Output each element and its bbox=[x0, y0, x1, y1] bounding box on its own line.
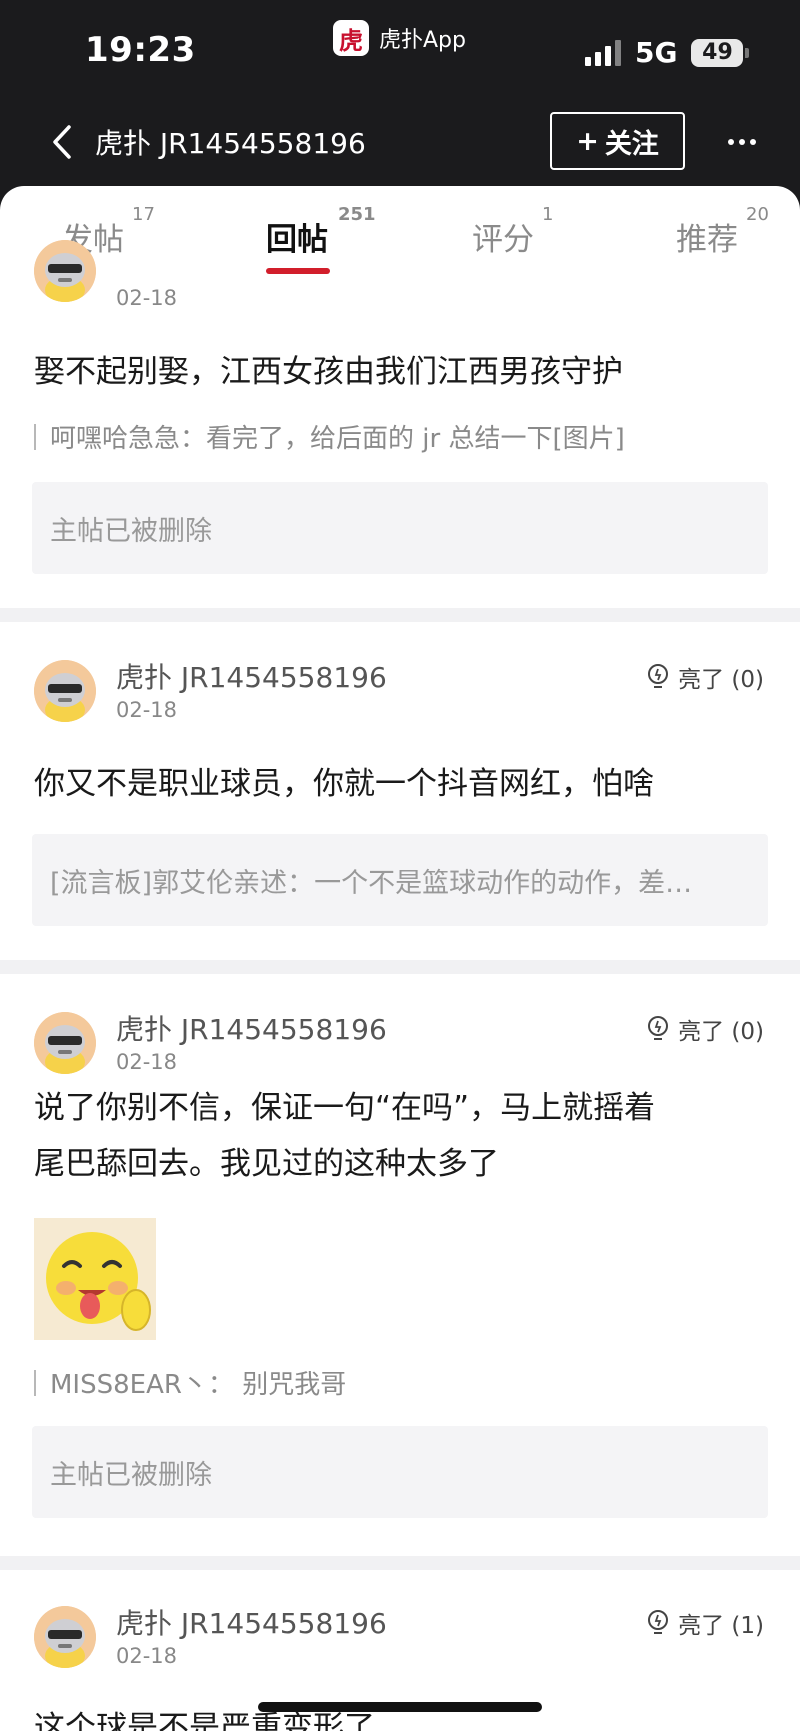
back-button[interactable] bbox=[40, 120, 84, 164]
reply-content: 娶不起别娶，江西女孩由我们江西男孩守护 bbox=[34, 354, 623, 390]
follow-button[interactable]: + 关注 bbox=[550, 112, 685, 170]
light-button[interactable]: 亮了 (1) bbox=[646, 1606, 764, 1640]
status-bar: 19:23 虎 虎扑App 5G 49 bbox=[0, 0, 800, 100]
author-name[interactable]: 虎扑 JR1454558196 bbox=[116, 656, 387, 696]
nav-bar: 虎扑 JR1454558196 + 关注 bbox=[0, 100, 800, 186]
reply-content-line: 说了你别不信，保证一句“在吗”，马上就摇着 bbox=[34, 1090, 656, 1126]
status-right-group: 5G 49 bbox=[585, 36, 750, 69]
original-post-text: 主帖已被删除 bbox=[50, 1459, 212, 1491]
lightbulb-icon bbox=[648, 1610, 669, 1634]
avatar[interactable] bbox=[34, 660, 96, 722]
battery-level: 49 bbox=[702, 40, 733, 65]
tab-ratings[interactable]: 评分 1 bbox=[472, 204, 553, 259]
card-separator bbox=[0, 1556, 800, 1570]
lightbulb-icon bbox=[648, 664, 669, 688]
light-count: 亮了 (1) bbox=[678, 1613, 764, 1639]
quoted-reply[interactable]: MISS8EAR丶： 别咒我哥 bbox=[34, 1364, 346, 1401]
light-count: 亮了 (0) bbox=[678, 1019, 764, 1045]
light-count: 亮了 (0) bbox=[678, 667, 764, 693]
network-type: 5G bbox=[635, 36, 678, 69]
quoted-reply[interactable]: 呵嘿哈急急：看完了，给后面的 jr 总结一下[图片] bbox=[34, 418, 625, 455]
light-button[interactable]: 亮了 (0) bbox=[646, 660, 764, 694]
reply-content: 你又不是职业球员，你就一个抖音网红，怕啥 bbox=[34, 766, 654, 802]
reply-date: 02-18 bbox=[116, 1644, 178, 1668]
avatar[interactable] bbox=[34, 1012, 96, 1074]
reply-date: 02-18 bbox=[116, 1050, 178, 1074]
original-post-box[interactable]: 主帖已被删除 bbox=[32, 1426, 768, 1518]
avatar[interactable] bbox=[34, 240, 96, 302]
hupu-logo-icon: 虎 bbox=[333, 20, 369, 56]
follow-label: 关注 bbox=[604, 128, 659, 160]
reply-content-line: 尾巴舔回去。我见过的这种太多了 bbox=[34, 1146, 499, 1182]
original-post-text: [流言板]郭艾伦亲述：一个不是篮球动作的动作，差… bbox=[50, 867, 693, 899]
profile-tabs: 发帖 17 回帖 251 评分 1 推荐 20 bbox=[0, 186, 800, 274]
reply-date: 02-18 bbox=[116, 698, 178, 722]
tab-label: 回帖 bbox=[266, 222, 328, 258]
reply-date: 02-18 bbox=[116, 286, 178, 310]
plus-icon: + bbox=[576, 125, 599, 157]
more-options-icon[interactable] bbox=[720, 122, 764, 162]
battery-icon: 49 bbox=[691, 38, 750, 67]
tab-count: 17 bbox=[132, 204, 155, 225]
status-app-indicator[interactable]: 虎 虎扑App bbox=[333, 20, 466, 56]
status-time: 19:23 bbox=[85, 30, 196, 70]
reply-card[interactable]: 02-18 娶不起别娶，江西女孩由我们江西男孩守护 呵嘿哈急急：看完了，给后面的… bbox=[0, 240, 800, 604]
tab-count: 20 bbox=[746, 204, 769, 225]
tab-count: 1 bbox=[542, 204, 554, 225]
status-app-name: 虎扑App bbox=[379, 28, 466, 53]
tab-replies[interactable]: 回帖 251 bbox=[266, 204, 376, 259]
card-separator bbox=[0, 608, 800, 622]
page-title: 虎扑 JR1454558196 bbox=[95, 127, 366, 160]
tab-count: 251 bbox=[338, 204, 376, 225]
tab-label: 推荐 bbox=[676, 222, 738, 258]
author-name[interactable]: 虎扑 JR1454558196 bbox=[116, 1602, 387, 1642]
quote-bar bbox=[34, 423, 36, 450]
chevron-left-icon bbox=[53, 125, 71, 159]
home-indicator[interactable] bbox=[258, 1702, 542, 1712]
tab-recommended[interactable]: 推荐 20 bbox=[676, 204, 769, 259]
original-post-text: 主帖已被删除 bbox=[50, 515, 212, 547]
reply-content: 说了你别不信，保证一句“在吗”，马上就摇着 尾巴舔回去。我见过的这种太多了 bbox=[34, 1080, 754, 1192]
author-name[interactable]: 虎扑 JR1454558196 bbox=[116, 1008, 387, 1048]
original-post-box[interactable]: [流言板]郭艾伦亲述：一个不是篮球动作的动作，差… bbox=[32, 834, 768, 926]
lightbulb-icon bbox=[648, 1016, 669, 1040]
reply-card[interactable]: 虎扑 JR1454558196 02-18 亮了 (0) 说了你别不信，保证一句… bbox=[0, 974, 800, 1554]
reply-card[interactable]: 虎扑 JR1454558196 02-18 亮了 (0) 你又不是职业球员，你就… bbox=[0, 622, 800, 968]
quoted-reply-text: 呵嘿哈急急：看完了，给后面的 jr 总结一下[图片] bbox=[50, 424, 625, 454]
light-button[interactable]: 亮了 (0) bbox=[646, 1012, 764, 1046]
quote-bar bbox=[34, 1369, 36, 1396]
tab-label: 评分 bbox=[472, 222, 534, 258]
emoji-sticker-image[interactable] bbox=[34, 1218, 156, 1340]
original-post-box[interactable]: 主帖已被删除 bbox=[32, 482, 768, 574]
avatar[interactable] bbox=[34, 1606, 96, 1668]
card-separator bbox=[0, 960, 800, 974]
signal-icon bbox=[585, 39, 621, 66]
quoted-reply-text: MISS8EAR丶： 别咒我哥 bbox=[50, 1370, 347, 1400]
